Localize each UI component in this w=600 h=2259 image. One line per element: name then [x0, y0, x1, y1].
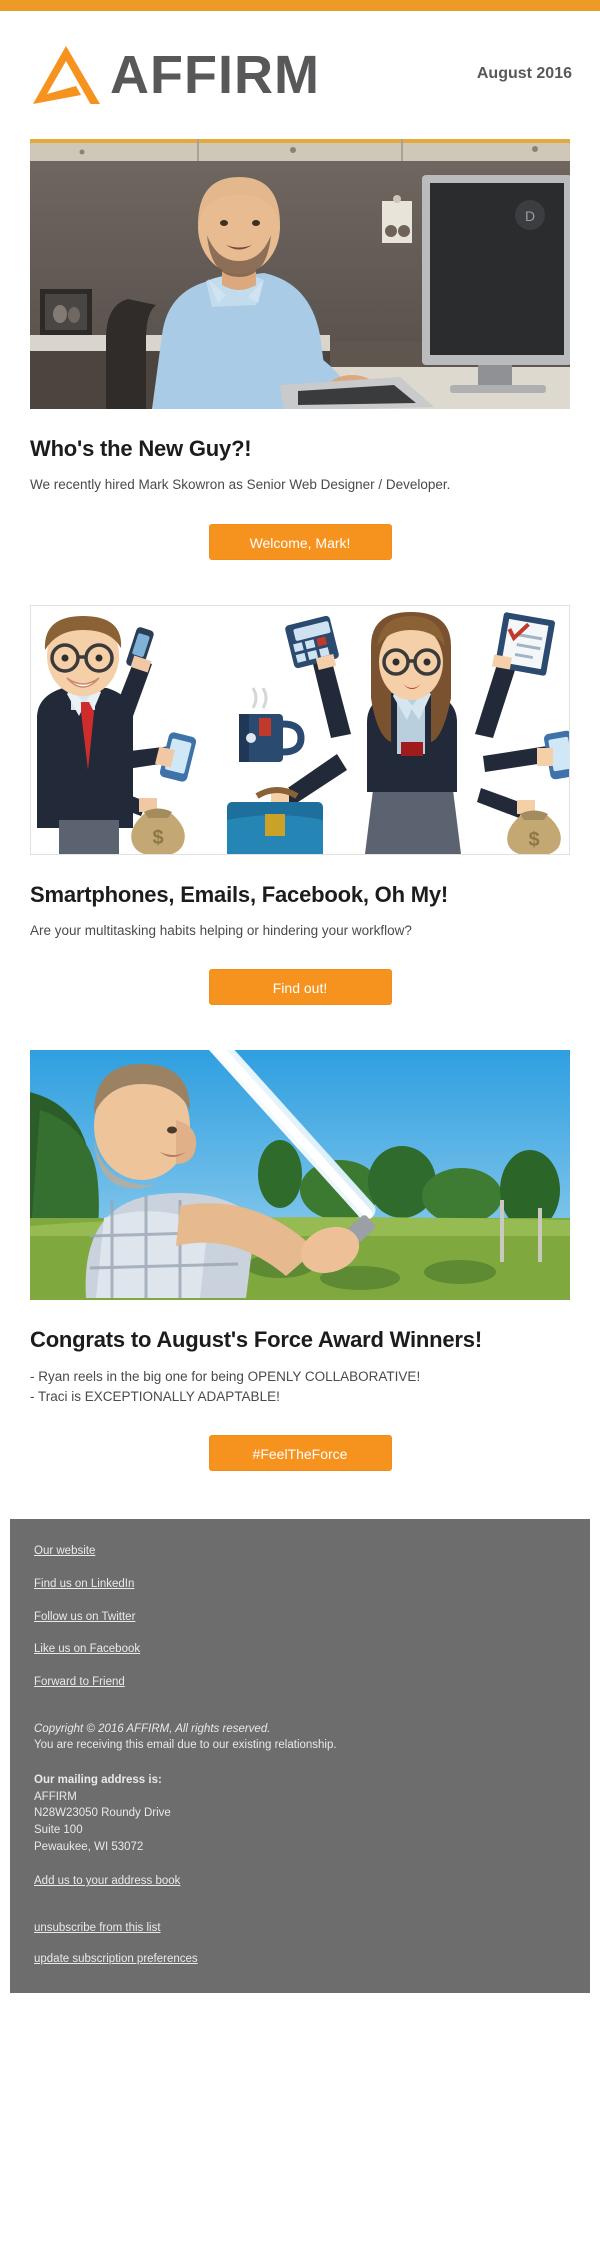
top-accent-bar	[0, 0, 600, 11]
footer-gap	[34, 1855, 566, 1873]
address-line-company: AFFIRM	[34, 1790, 77, 1803]
address-line-suite: Suite 100	[34, 1823, 83, 1836]
svg-text:$: $	[152, 827, 163, 849]
footer-link-our-website[interactable]: Our website	[34, 1543, 95, 1560]
footer-spacer	[0, 1471, 600, 1520]
section-body: We recently hired Mark Skowron as Senior…	[30, 477, 451, 493]
footer-address-title: Our mailing address is:	[34, 1773, 162, 1786]
svg-text:$: $	[528, 829, 539, 851]
hero-image-office-desk: D	[30, 139, 570, 409]
footer-link-linkedin[interactable]: Find us on LinkedIn	[34, 1576, 134, 1593]
cta-row: #FeelTheForce	[30, 1407, 570, 1472]
email-footer: Our website Find us on LinkedIn Follow u…	[10, 1519, 590, 1994]
section-force-awards: Congrats to August's Force Award Winners…	[0, 1050, 600, 1472]
footer-link-facebook[interactable]: Like us on Facebook	[34, 1641, 140, 1658]
brand-logo[interactable]: AFFIRM	[30, 42, 477, 108]
section-title: Smartphones, Emails, Facebook, Oh My!	[30, 881, 449, 907]
award-line-2: - Traci is EXCEPTIONALLY ADAPTABLE!	[30, 1388, 280, 1404]
award-line-1: - Ryan reels in the big one for being OP…	[30, 1368, 421, 1384]
footer-link-unsubscribe[interactable]: unsubscribe from this list	[34, 1920, 566, 1937]
cta-find-out[interactable]: Find out!	[208, 969, 392, 1006]
cta-welcome-mark[interactable]: Welcome, Mark!	[208, 523, 392, 560]
logo-wordmark: AFFIRM	[110, 45, 320, 105]
office-desk-photo: D	[30, 139, 570, 409]
section-body: Are your multitasking habits helping or …	[30, 923, 412, 939]
svg-text:D: D	[525, 208, 535, 224]
footer-link-add-address-book[interactable]: Add us to your address book	[34, 1873, 180, 1890]
newsletter-date: August 2016	[476, 65, 572, 82]
cta-row: Welcome, Mark!	[30, 496, 570, 560]
footer-social-links: Our website Find us on LinkedIn Follow u…	[34, 1543, 566, 1690]
footer-address: AFFIRM N28W23050 Roundy Drive Suite 100 …	[34, 1789, 566, 1856]
email-header: AFFIRM August 2016	[0, 11, 600, 139]
section-body: - Ryan reels in the big one for being OP…	[30, 1367, 570, 1408]
section-title: Congrats to August's Force Award Winners…	[30, 1327, 482, 1353]
affirm-triangle-logo-icon	[33, 46, 100, 104]
section-new-hire: D Who's the New Guy?! We recently hired …	[0, 139, 600, 560]
cta-row: Find out!	[30, 941, 570, 1006]
multitasking-illustration: $ $	[31, 605, 569, 854]
footer-gap	[34, 1754, 566, 1772]
email-newsletter: AFFIRM August 2016 D Who's the New Guy?!…	[0, 0, 600, 1994]
section-multitasking: $ $ Smartphones, Emails, Facebook, Oh My…	[0, 604, 600, 1006]
footer-link-twitter[interactable]: Follow us on Twitter	[34, 1609, 135, 1626]
footer-copyright: Copyright © 2016 AFFIRM, All rights rese…	[34, 1722, 271, 1735]
footer-gap	[34, 1890, 566, 1920]
footer-link-forward-to-friend[interactable]: Forward to Friend	[34, 1674, 125, 1691]
lightsaber-photo	[30, 1050, 570, 1301]
footer-gap	[34, 1691, 566, 1721]
cta-feel-the-force[interactable]: #FeelTheForce	[208, 1435, 392, 1472]
footer-receiving-notice: You are receiving this email due to our …	[34, 1739, 337, 1752]
address-line-street: N28W23050 Roundy Drive	[34, 1807, 171, 1820]
section-title: Who's the New Guy?!	[30, 436, 252, 461]
hero-image-multitasking-illustration: $ $	[30, 604, 570, 855]
address-line-city-state-zip: Pewaukee, WI 53072	[34, 1840, 144, 1853]
hero-image-lightsaber	[30, 1050, 570, 1301]
footer-link-update-preferences[interactable]: update subscription preferences	[34, 1951, 566, 1968]
footer-bottom-links: unsubscribe from this list update subscr…	[34, 1920, 566, 1967]
